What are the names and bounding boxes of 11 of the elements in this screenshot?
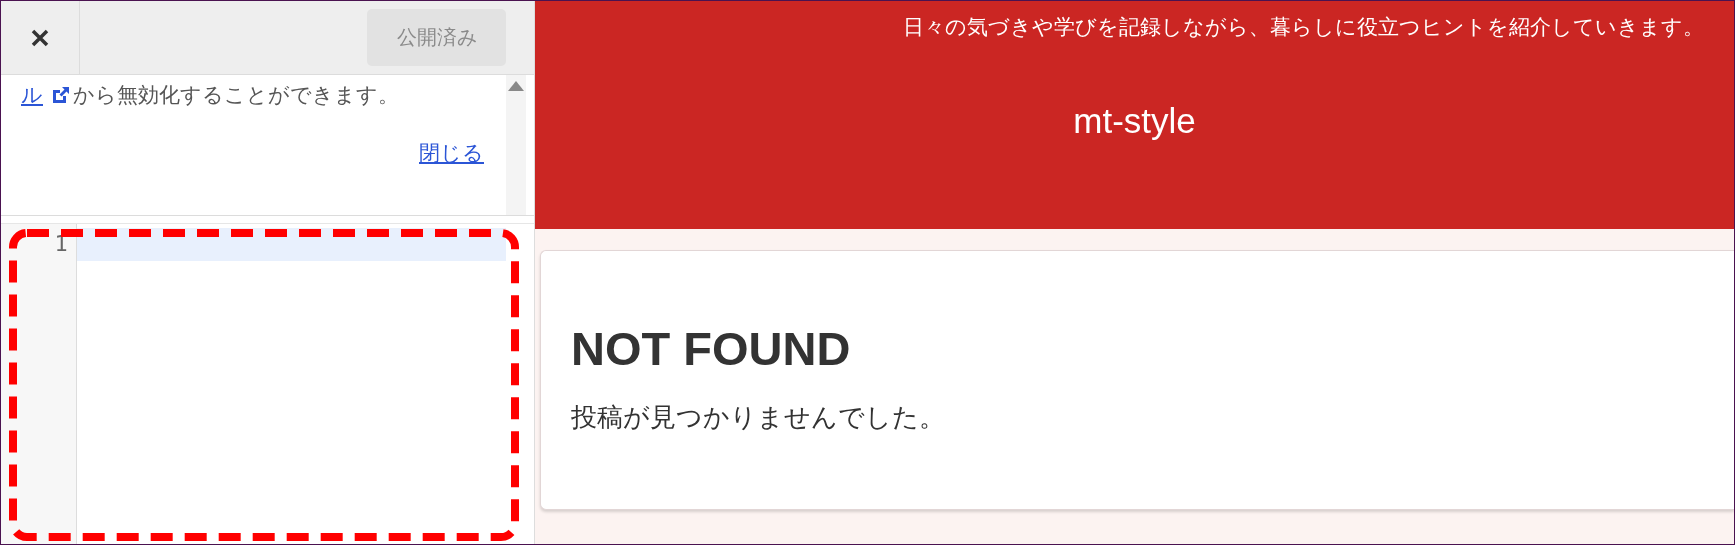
close-icon [30,27,50,48]
external-link-icon [51,85,71,105]
close-link[interactable]: 閉じる [419,139,484,167]
not-found-message: 投稿が見つかりませんでした。 [571,401,946,434]
site-title[interactable]: mt-style [1073,101,1196,141]
notice-text: から無効化することができます。 [73,82,399,109]
site-tagline: 日々の気づきや学びを記録しながら、暮らしに役立つヒントを紹介していきます。 [903,14,1704,41]
scroll-up-icon[interactable] [508,81,524,91]
scrollbar[interactable] [506,75,526,215]
settings-link[interactable]: ル [21,81,43,109]
page-heading: NOT FOUND [571,321,852,376]
